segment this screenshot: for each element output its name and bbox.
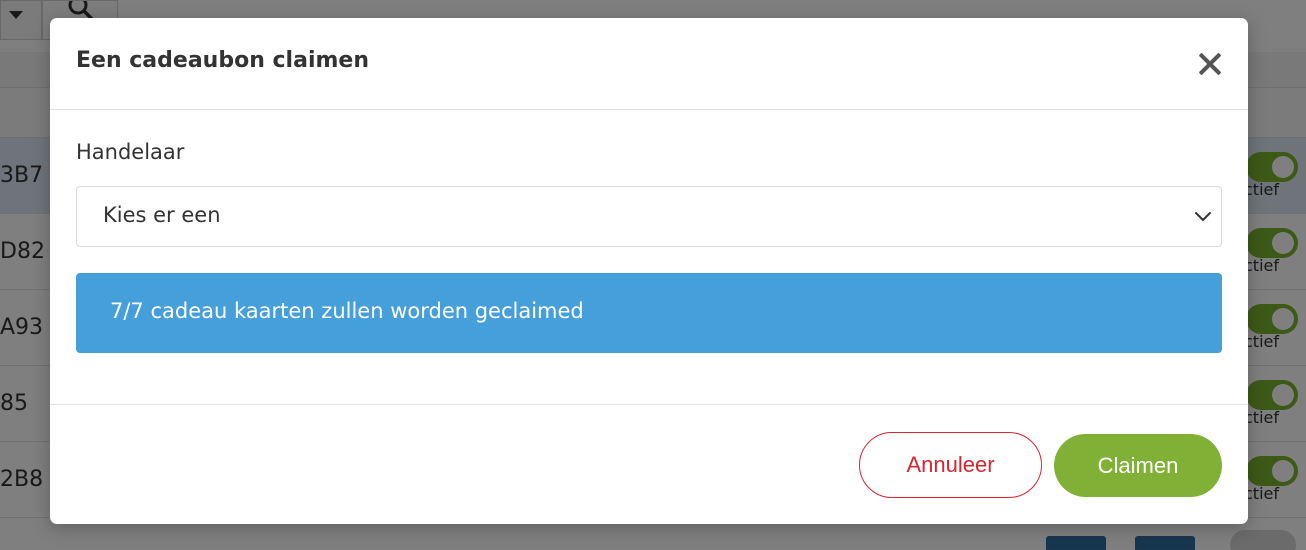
merchant-select-value: Kies er een: [103, 203, 221, 227]
info-alert-text: 7/7 cadeau kaarten zullen worden geclaim…: [110, 299, 584, 323]
close-icon[interactable]: [1198, 52, 1222, 76]
merchant-select[interactable]: Kies er een: [76, 186, 1222, 247]
claim-gift-card-modal: Een cadeaubon claimen Handelaar Kies er …: [50, 18, 1248, 524]
merchant-field-label: Handelaar: [76, 140, 185, 164]
cancel-button[interactable]: Annuleer: [859, 432, 1042, 498]
claim-button[interactable]: Claimen: [1054, 434, 1222, 497]
chevron-down-icon: [1195, 212, 1211, 221]
modal-header: Een cadeaubon claimen: [50, 18, 1248, 110]
info-alert: 7/7 cadeau kaarten zullen worden geclaim…: [76, 273, 1222, 353]
modal-title: Een cadeaubon claimen: [76, 48, 369, 73]
modal-footer: Annuleer Claimen: [50, 404, 1248, 524]
